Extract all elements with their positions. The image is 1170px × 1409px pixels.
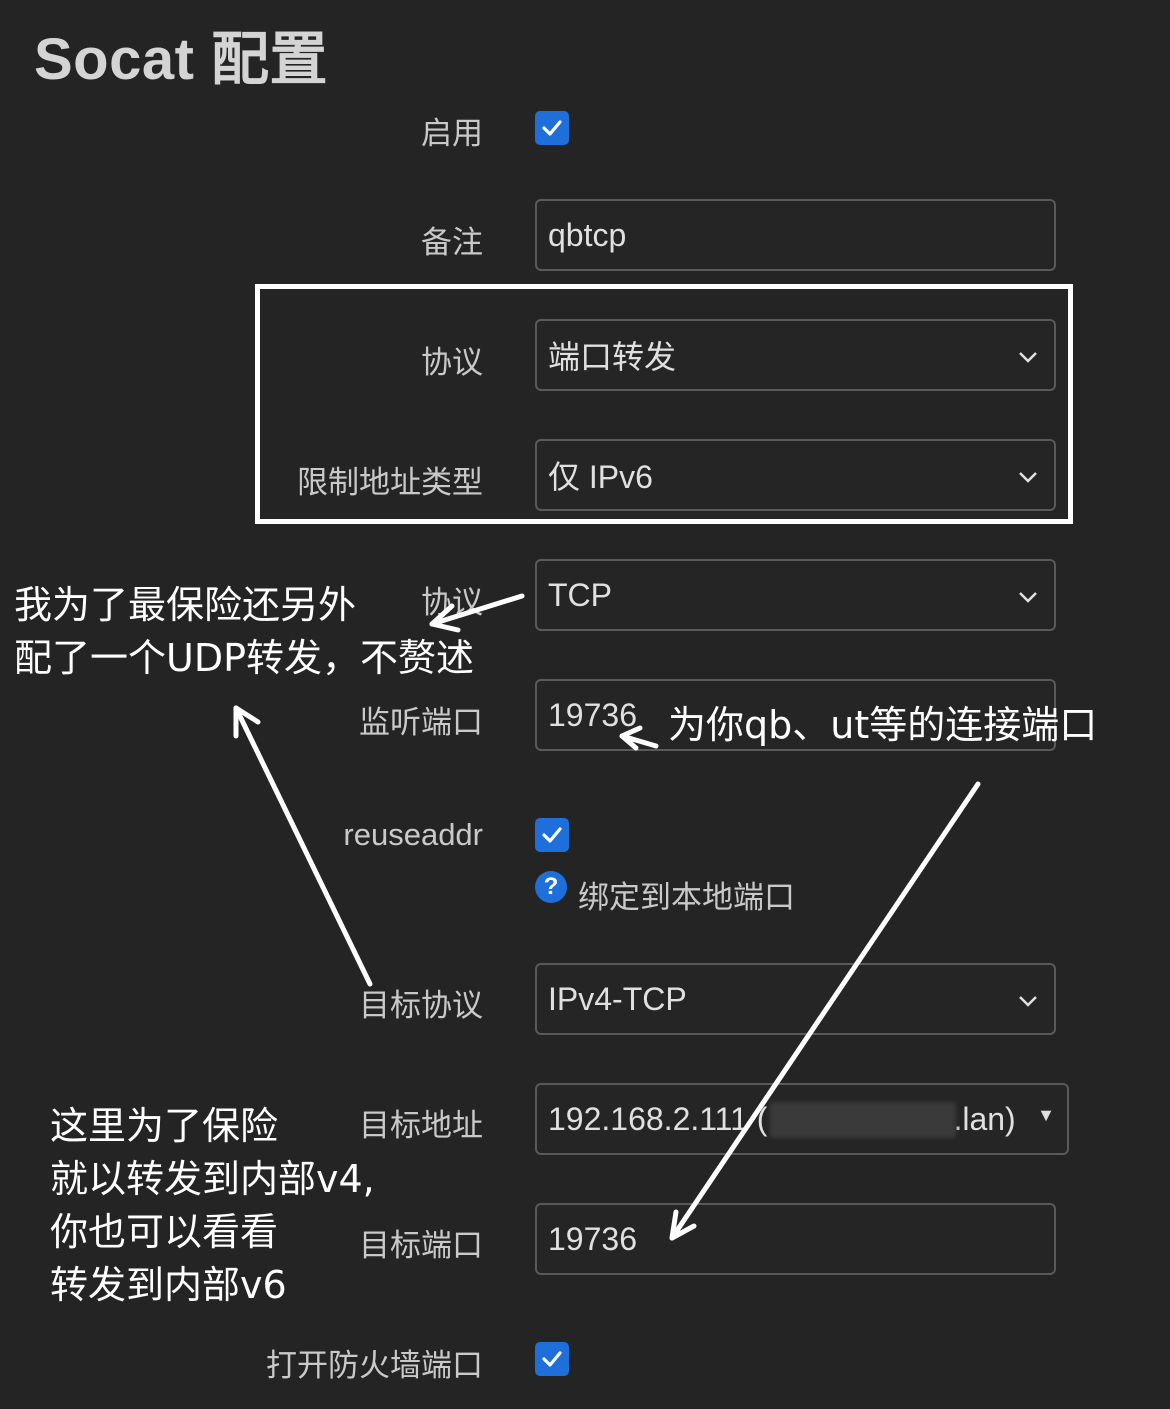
arrow-to-udp-note bbox=[233, 705, 373, 987]
arrow-to-target-port bbox=[669, 781, 981, 1241]
annotation-arrows bbox=[233, 593, 981, 1241]
